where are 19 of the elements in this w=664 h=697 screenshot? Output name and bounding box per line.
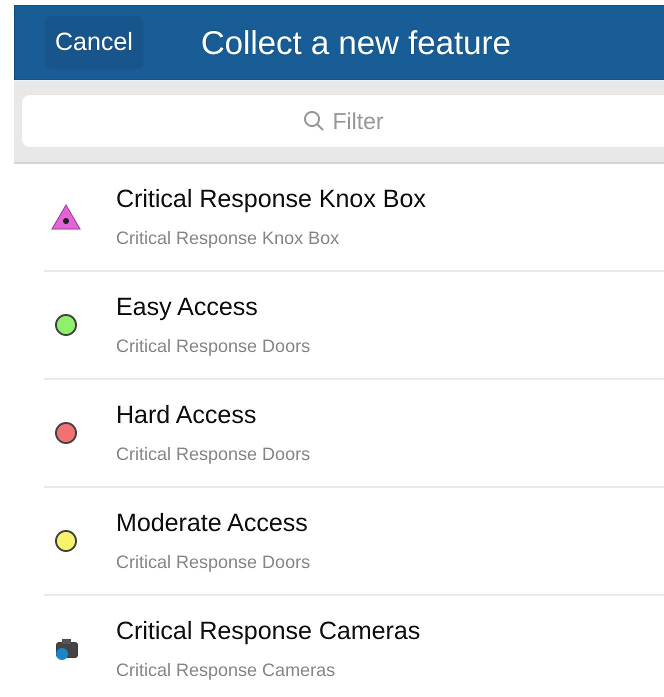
feature-list-item[interactable]: Critical Response Knox Box Critical Response Knox Box bbox=[44, 164, 664, 272]
search-icon bbox=[303, 110, 325, 132]
feature-layer: Critical Response Cameras bbox=[116, 660, 336, 681]
filter-field[interactable]: Filter bbox=[22, 95, 664, 147]
feature-layer: Critical Response Doors bbox=[116, 552, 310, 573]
cancel-button[interactable]: Cancel bbox=[45, 16, 143, 69]
feature-title: Hard Access bbox=[116, 401, 258, 430]
feature-list-item[interactable]: Moderate Access Critical Response Doors bbox=[44, 488, 664, 596]
feature-title: Moderate Access bbox=[116, 509, 309, 538]
feature-title: Easy Access bbox=[116, 293, 259, 322]
feature-title: Critical Response Knox Box bbox=[116, 185, 426, 214]
feature-title: Critical Response Cameras bbox=[116, 617, 420, 646]
screen-title: Collect a new feature bbox=[200, 24, 511, 62]
feature-list-item[interactable]: Easy Access Critical Response Doors bbox=[44, 272, 664, 380]
feature-layer: Critical Response Doors bbox=[116, 444, 310, 465]
feature-layer: Critical Response Knox Box bbox=[116, 228, 340, 249]
feature-layer: Critical Response Doors bbox=[116, 336, 310, 357]
feature-list-item[interactable]: Critical Response Cameras Critical Response Cameras bbox=[44, 596, 664, 697]
feature-list-item[interactable]: Hard Access Critical Response Doors bbox=[44, 380, 664, 488]
